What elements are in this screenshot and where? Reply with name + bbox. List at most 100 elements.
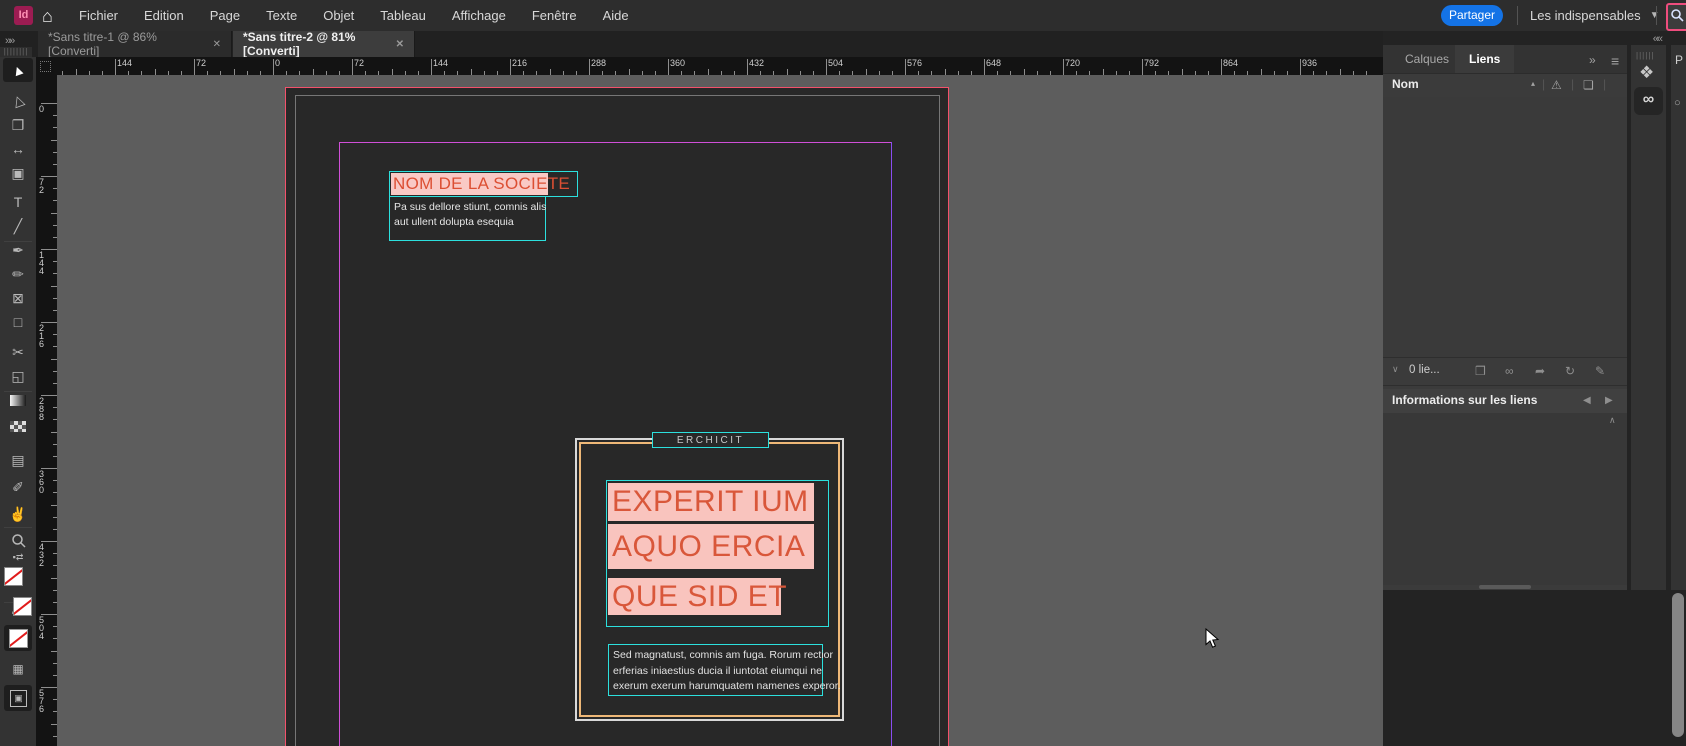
menu-texte[interactable]: Texte bbox=[253, 0, 310, 31]
dock-grip[interactable]: |||||| bbox=[1636, 51, 1654, 60]
free-transform-tool[interactable]: ◱ bbox=[3, 364, 33, 388]
stroke-swatch-none[interactable] bbox=[13, 597, 32, 616]
name-column-label[interactable]: Nom bbox=[1392, 77, 1419, 91]
hand-tool[interactable]: ✌ bbox=[3, 502, 33, 526]
ruler-origin-corner[interactable] bbox=[36, 57, 58, 76]
fill-swatch-none[interactable] bbox=[4, 567, 23, 586]
headline-frame[interactable]: EXPERIT IUMAQUO ERCIAQUE SID ET bbox=[606, 480, 829, 627]
menu-affichage[interactable]: Affichage bbox=[439, 0, 519, 31]
vruler-label: 5 7 6 bbox=[39, 689, 44, 713]
menu-fichier[interactable]: Fichier bbox=[66, 0, 131, 31]
type-tool[interactable]: T bbox=[3, 190, 33, 214]
dock-icon[interactable]: ○ bbox=[1674, 97, 1681, 109]
menu-fenêtre[interactable]: Fenêtre bbox=[519, 0, 590, 31]
vruler-label: 0 bbox=[39, 105, 44, 113]
collapse-tools-icon[interactable]: »» bbox=[5, 35, 13, 47]
body-text-frame[interactable]: Sed magnatust, comnis am fuga. Rorum rec… bbox=[608, 644, 823, 696]
indesign-app-icon[interactable]: Id bbox=[14, 6, 33, 25]
document-tab-2[interactable]: *Sans titre-2 @ 81% [Converti] ✕ bbox=[233, 31, 415, 57]
home-icon[interactable]: ⌂ bbox=[42, 4, 53, 28]
links-panel-icon[interactable]: ∞ bbox=[1634, 87, 1663, 115]
workspace-switcher[interactable]: Les indispensables ▼ bbox=[1530, 0, 1659, 31]
menu-objet[interactable]: Objet bbox=[310, 0, 367, 31]
pencil-tool[interactable]: ✏ bbox=[3, 262, 33, 286]
close-icon[interactable]: ✕ bbox=[396, 39, 404, 50]
link-icon[interactable]: ∞ bbox=[1505, 364, 1514, 378]
scrollbar-thumb[interactable] bbox=[1672, 593, 1684, 737]
tab-liens[interactable]: Liens bbox=[1455, 45, 1514, 73]
mouse-cursor bbox=[1205, 628, 1220, 654]
gradient-feather-tool[interactable] bbox=[3, 414, 33, 438]
selection-tool[interactable]: ▲ bbox=[3, 58, 33, 82]
relink-icon[interactable]: ❒ bbox=[1475, 364, 1486, 378]
collapse-panels-icon[interactable]: «« bbox=[1653, 33, 1661, 45]
frame-tool[interactable]: ⊠ bbox=[3, 286, 33, 310]
sort-icon[interactable]: ▴ bbox=[1531, 79, 1535, 88]
links-column-header: Nom ▴ | ⚠ | ❏ | bbox=[1383, 73, 1627, 98]
page-status-icon[interactable]: ❏ bbox=[1583, 78, 1594, 92]
rectangle-tool[interactable]: □ bbox=[3, 310, 33, 334]
collapse-section-icon[interactable]: ∧ bbox=[1609, 415, 1616, 426]
content-collector-tool[interactable]: ▣ bbox=[3, 161, 33, 185]
hruler-label: 504 bbox=[828, 58, 843, 68]
menubar-divider bbox=[1656, 6, 1657, 25]
vruler-label: 1 4 4 bbox=[39, 251, 44, 275]
edit-original-icon[interactable]: ✎ bbox=[1595, 364, 1605, 378]
menu-page[interactable]: Page bbox=[197, 0, 253, 31]
share-button[interactable]: Partager bbox=[1441, 5, 1503, 26]
next-link-icon[interactable]: ▶ bbox=[1605, 395, 1613, 406]
vruler-label: 5 0 4 bbox=[39, 616, 44, 640]
line-tool[interactable]: ╱ bbox=[3, 214, 33, 238]
horizontal-ruler[interactable]: 2161447207214421628836043250457664872079… bbox=[57, 57, 1383, 76]
tagline-frame[interactable]: Pa sus dellore stiunt, comnis alis aut u… bbox=[389, 196, 546, 241]
menu-edition[interactable]: Edition bbox=[131, 0, 197, 31]
direct-selection-tool[interactable]: △ bbox=[3, 88, 33, 112]
warning-icon[interactable]: ⚠ bbox=[1551, 78, 1562, 92]
gap-tool[interactable]: ↔ bbox=[3, 137, 33, 161]
company-name-text: NOM DE LA SOCIETE bbox=[393, 174, 570, 194]
layers-panel-icon[interactable]: ❖ bbox=[1639, 63, 1654, 83]
toolbar-grip[interactable]: |||||||| bbox=[0, 47, 32, 57]
hruler-label: 144 bbox=[117, 58, 132, 68]
hruler-label: 360 bbox=[670, 58, 685, 68]
apply-color-button[interactable] bbox=[4, 625, 32, 651]
hruler-label: 0 bbox=[275, 58, 280, 68]
tab-label: *Sans titre-1 @ 86% [Converti] bbox=[48, 30, 203, 58]
update-link-icon[interactable]: ↻ bbox=[1565, 364, 1575, 378]
search-box[interactable] bbox=[1666, 3, 1686, 31]
cell-options-icon[interactable]: ▦ bbox=[3, 657, 33, 681]
chevron-down-icon[interactable]: ∨ bbox=[1392, 364, 1399, 375]
page-tool[interactable]: ❐ bbox=[3, 113, 33, 137]
panel-collapse-icon[interactable]: » bbox=[1589, 53, 1596, 67]
scissors-tool[interactable]: ✂ bbox=[3, 340, 33, 364]
zoom-tool[interactable] bbox=[3, 528, 33, 552]
screen-mode-button[interactable]: ▣ bbox=[4, 685, 32, 711]
document-tab-1[interactable]: *Sans titre-1 @ 86% [Converti] ✕ bbox=[38, 31, 232, 57]
links-list[interactable] bbox=[1383, 97, 1627, 357]
properties-panel-label[interactable]: P bbox=[1675, 53, 1683, 67]
goto-link-icon[interactable]: ➦ bbox=[1535, 364, 1545, 378]
panel-menu-icon[interactable]: ≡ bbox=[1611, 53, 1619, 69]
vertical-ruler[interactable]: 07 21 4 42 1 62 8 83 6 04 3 25 0 45 7 6 bbox=[36, 75, 58, 746]
panel-tabs: Calques Liens » ≡ bbox=[1383, 45, 1627, 74]
hruler-label: 72 bbox=[354, 58, 364, 68]
pen-tool[interactable]: ✒ bbox=[3, 238, 33, 262]
canvas-pasteboard[interactable]: NOM DE LA SOCIETE Pa sus dellore stiunt,… bbox=[57, 75, 1383, 746]
gradient-tool[interactable] bbox=[3, 388, 33, 412]
vruler-label: 2 8 8 bbox=[39, 397, 44, 421]
panel-resize-grip[interactable] bbox=[1479, 585, 1531, 589]
hruler-label: 216 bbox=[512, 58, 527, 68]
link-info-header: Informations sur les liens ◀ ▶ bbox=[1383, 389, 1627, 414]
card-label-frame[interactable]: ERCHICIT bbox=[652, 432, 769, 448]
headline-line: QUE SID ET bbox=[608, 578, 781, 615]
menu-tableau[interactable]: Tableau bbox=[367, 0, 439, 31]
eyedropper-tool[interactable]: ✐ bbox=[3, 475, 33, 499]
close-icon[interactable]: ✕ bbox=[213, 39, 221, 50]
tab-calques[interactable]: Calques bbox=[1391, 45, 1463, 73]
prev-link-icon[interactable]: ◀ bbox=[1583, 395, 1591, 406]
note-tool[interactable]: ▤ bbox=[3, 448, 33, 472]
menubar-divider bbox=[1517, 6, 1518, 25]
menu-aide[interactable]: Aide bbox=[590, 0, 642, 31]
company-name-frame[interactable]: NOM DE LA SOCIETE bbox=[389, 171, 578, 197]
links-summary-row: ∨ 0 lie... ❒ ∞ ➦ ↻ ✎ bbox=[1383, 357, 1627, 386]
